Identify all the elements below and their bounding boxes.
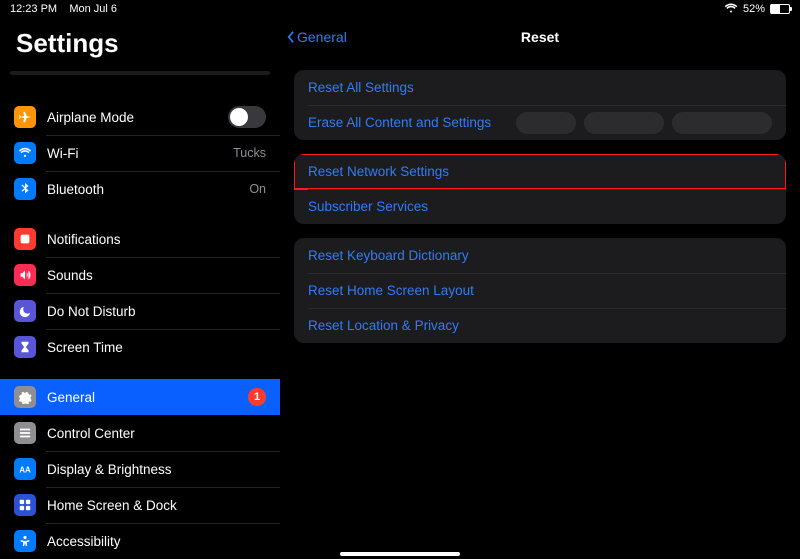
airplane-icon [14,106,36,128]
reset-group-3: Reset Keyboard Dictionary Reset Home Scr… [294,238,786,343]
sidebar-item-home-screen[interactable]: Home Screen & Dock [0,487,280,523]
wifi-icon [724,3,738,16]
apple-id-card[interactable] [10,71,270,75]
reset-home-label: Reset Home Screen Layout [308,283,474,298]
home-screen-label: Home Screen & Dock [47,498,266,513]
general-badge: 1 [248,388,266,406]
dnd-label: Do Not Disturb [47,304,266,319]
chevron-left-icon [286,30,295,44]
sidebar-item-bluetooth[interactable]: Bluetooth On [0,171,280,207]
sidebar-item-accessibility[interactable]: Accessibility [0,523,280,559]
back-label: General [297,29,347,45]
erase-all-row[interactable]: Erase All Content and Settings [294,105,786,140]
reset-group-2: Reset Network Settings Subscriber Servic… [294,154,786,224]
hourglass-icon [14,336,36,358]
control-center-label: Control Center [47,426,266,441]
grid-icon [14,494,36,516]
sounds-icon [14,264,36,286]
sidebar-item-dnd[interactable]: Do Not Disturb [0,293,280,329]
erase-all-label: Erase All Content and Settings [308,115,491,130]
reset-home-row[interactable]: Reset Home Screen Layout [294,273,786,308]
reset-group-1: Reset All Settings Erase All Content and… [294,70,786,140]
reset-network-row[interactable]: Reset Network Settings [294,154,786,189]
reset-all-label: Reset All Settings [308,80,414,95]
gear-icon [14,386,36,408]
airplane-label: Airplane Mode [47,110,217,125]
sounds-label: Sounds [47,268,266,283]
detail-pane: General Reset Reset All Settings Erase A… [280,18,800,559]
screen-time-label: Screen Time [47,340,266,355]
notifications-icon [14,228,36,250]
sidebar-item-display[interactable]: AA Display & Brightness [0,451,280,487]
svg-text:AA: AA [19,466,31,475]
sidebar-item-screen-time[interactable]: Screen Time [0,329,280,365]
wifi-tile-icon [14,142,36,164]
sidebar-item-airplane-mode[interactable]: Airplane Mode [0,99,280,135]
moon-icon [14,300,36,322]
sidebar-item-control-center[interactable]: Control Center [0,415,280,451]
home-indicator[interactable] [340,552,460,556]
airplane-toggle[interactable] [228,106,266,128]
back-button[interactable]: General [280,29,347,45]
nav-bar: General Reset [280,18,800,56]
reset-location-row[interactable]: Reset Location & Privacy [294,308,786,343]
sliders-icon [14,422,36,444]
reset-all-settings-row[interactable]: Reset All Settings [294,70,786,105]
display-label: Display & Brightness [47,462,266,477]
subscriber-label: Subscriber Services [308,199,428,214]
wifi-value: Tucks [233,146,266,160]
bluetooth-label: Bluetooth [47,182,238,197]
wifi-label: Wi-Fi [47,146,222,161]
battery-icon [770,4,790,14]
status-bar: 12:23 PM Mon Jul 6 52% [0,0,800,18]
sidebar-group-connectivity: Airplane Mode Wi-Fi Tucks Bluetooth On [0,99,280,207]
sidebar-item-notifications[interactable]: Notifications [0,221,280,257]
redaction-overlay [516,112,772,134]
reset-keyboard-row[interactable]: Reset Keyboard Dictionary [294,238,786,273]
status-date: Mon Jul 6 [69,3,117,15]
battery-pct: 52% [743,3,765,15]
sidebar-item-wifi[interactable]: Wi-Fi Tucks [0,135,280,171]
accessibility-label: Accessibility [47,534,266,549]
sidebar-group-general: General 1 Control Center AA Display & Br… [0,379,280,559]
sidebar-item-general[interactable]: General 1 [0,379,280,415]
reset-keyboard-label: Reset Keyboard Dictionary [308,248,469,263]
settings-sidebar: Settings Airplane Mode Wi-Fi Tucks [0,18,280,559]
sidebar-title: Settings [0,18,280,65]
page-title: Reset [280,29,800,45]
status-time: 12:23 PM [10,3,57,15]
sidebar-item-sounds[interactable]: Sounds [0,257,280,293]
sidebar-group-alerts: Notifications Sounds Do Not Disturb Scre… [0,221,280,365]
accessibility-icon [14,530,36,552]
display-icon: AA [14,458,36,480]
bluetooth-icon [14,178,36,200]
general-label: General [47,390,237,405]
subscriber-services-row[interactable]: Subscriber Services [294,189,786,224]
bluetooth-value: On [249,182,266,196]
reset-network-label: Reset Network Settings [308,164,449,179]
notifications-label: Notifications [47,232,266,247]
reset-location-label: Reset Location & Privacy [308,318,459,333]
